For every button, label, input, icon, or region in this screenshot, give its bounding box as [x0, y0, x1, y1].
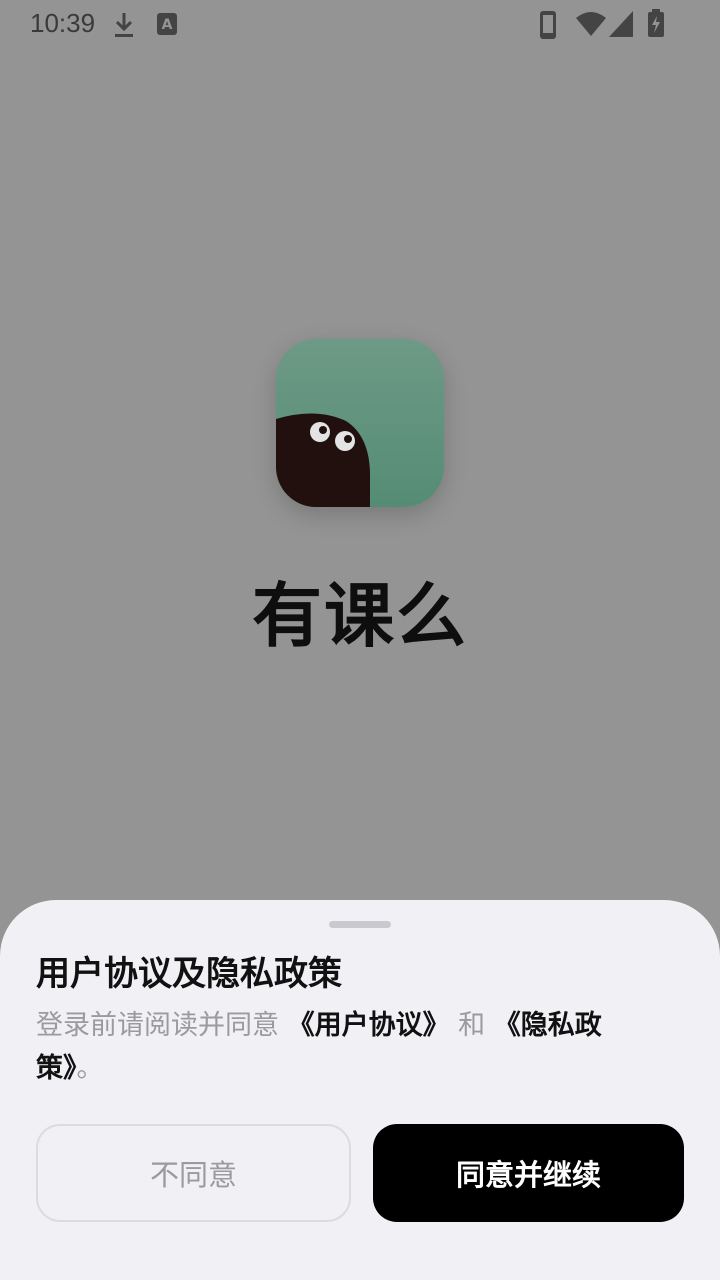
wifi-icon	[576, 12, 606, 36]
phone-icon	[540, 11, 556, 39]
agree-continue-button[interactable]: 同意并继续	[373, 1124, 684, 1222]
desc-prefix: 登录前请阅读并同意	[36, 1010, 288, 1041]
svg-text:A: A	[162, 17, 173, 33]
sheet-drag-handle[interactable]	[329, 921, 391, 928]
status-bar: 10:39 A	[0, 0, 720, 48]
sheet-description: 登录前请阅读并同意 《用户协议》 和 《隐私政策》。	[36, 1004, 636, 1090]
decline-button[interactable]: 不同意	[36, 1124, 351, 1222]
agreement-bottom-sheet: 用户协议及隐私政策 登录前请阅读并同意 《用户协议》 和 《隐私政策》。 不同意…	[0, 900, 720, 1280]
download-icon	[115, 13, 133, 37]
app-logo-icon	[276, 339, 444, 507]
signal-icon	[609, 11, 633, 37]
sheet-title: 用户协议及隐私政策	[36, 954, 342, 994]
desc-suffix: 。	[76, 1053, 104, 1084]
status-time: 10:39	[30, 8, 96, 38]
app-name: 有课么	[252, 575, 468, 657]
user-agreement-link[interactable]: 《用户协议》	[288, 1010, 450, 1041]
keyboard-a-icon: A	[157, 13, 177, 35]
desc-and: 和	[449, 1010, 494, 1041]
battery-charging-icon	[648, 9, 664, 37]
